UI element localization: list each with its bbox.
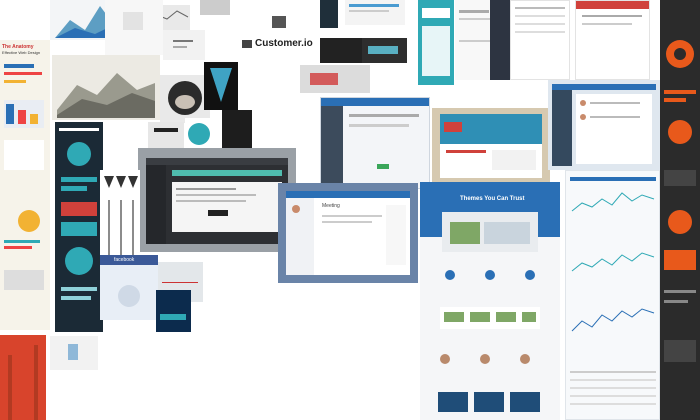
dark-orange-infographic — [660, 0, 700, 420]
sketch-tile — [163, 30, 205, 60]
app-header-title: Meeting — [322, 203, 340, 209]
left-photo-tile — [0, 335, 46, 420]
red-badge-tile — [300, 65, 370, 93]
dark-thumb-1 — [320, 0, 338, 28]
dog-photo — [160, 75, 210, 123]
small-gray-tile — [105, 0, 163, 55]
dark-square-tile — [222, 110, 252, 150]
cube-tile — [50, 336, 98, 370]
light-ui-thumb-top — [345, 0, 405, 25]
blue-ring-tile — [185, 118, 213, 148]
facebook-label: facebook — [114, 257, 135, 263]
infographic-title-line2: Effective Web Design — [2, 50, 41, 55]
dark-poster-tile — [156, 290, 191, 332]
messaging-app-window — [548, 80, 660, 170]
meeting-app-window-back — [320, 97, 430, 189]
brand-name: Customer.io — [255, 38, 313, 49]
customerio-tile: Customer.io — [232, 10, 314, 55]
customerio-logo-icon — [242, 40, 252, 48]
fish-app-frame — [432, 108, 550, 184]
3d-chart-tile — [52, 55, 160, 120]
theme-headline: Themes You Can Trust — [460, 196, 525, 202]
list-table-tile — [510, 0, 570, 80]
teal-infographic — [55, 122, 103, 332]
red-header-tile — [575, 0, 650, 80]
meeting-app-window-front[interactable]: Meeting — [278, 183, 418, 283]
dark-dashboard-frame — [138, 148, 296, 252]
dark-sidebar-tile — [490, 0, 510, 80]
themes-website: Themes You Can Trust — [420, 182, 560, 420]
infographic-panel: The Anatomy Effective Web Design — [0, 40, 50, 330]
dark-thumb-3 — [362, 38, 407, 63]
gray-card-tile — [148, 122, 184, 150]
pattern-tile — [200, 0, 230, 15]
facebook-map-tile: facebook — [100, 255, 158, 320]
analytics-dashboard — [565, 170, 660, 420]
black-cone-tile — [204, 62, 238, 110]
teal-ui-column — [418, 0, 454, 85]
